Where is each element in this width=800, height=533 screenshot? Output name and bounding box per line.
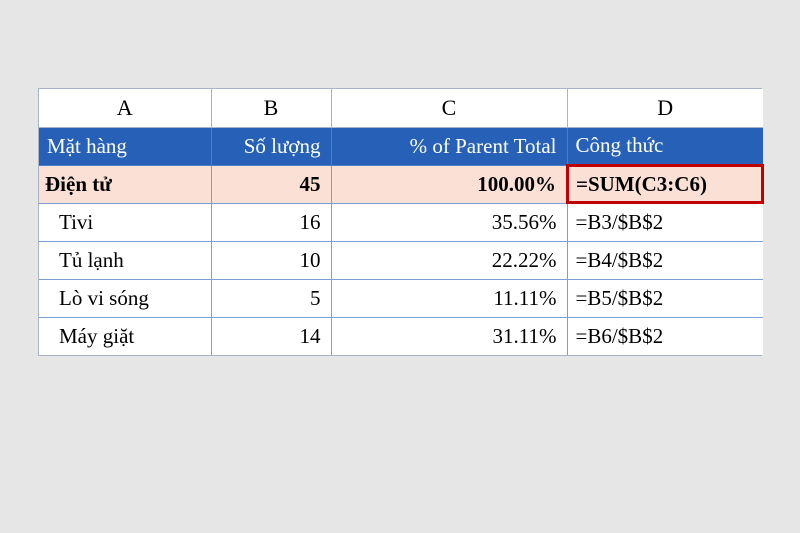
spreadsheet-table: A B C D Mặt hàng Số lượng % of Parent To… xyxy=(39,89,764,355)
cell-D4[interactable]: =B4/$B$2 xyxy=(567,241,763,279)
col-header-D[interactable]: D xyxy=(567,89,763,127)
cell-C6[interactable]: 31.11% xyxy=(331,317,567,355)
col-header-A[interactable]: A xyxy=(39,89,211,127)
cell-C3[interactable]: 35.56% xyxy=(331,203,567,241)
col-header-B[interactable]: B xyxy=(211,89,331,127)
cell-A2[interactable]: Điện tử xyxy=(39,165,211,203)
cell-B4[interactable]: 10 xyxy=(211,241,331,279)
cell-B3[interactable]: 16 xyxy=(211,203,331,241)
parent-row: Điện tử 45 100.00% =SUM(C3:C6) xyxy=(39,165,763,203)
cell-A3[interactable]: Tivi xyxy=(39,203,211,241)
table-row: Tủ lạnh 10 22.22% =B4/$B$2 xyxy=(39,241,763,279)
header-mat-hang[interactable]: Mặt hàng xyxy=(39,127,211,165)
cell-C4[interactable]: 22.22% xyxy=(331,241,567,279)
spreadsheet-region: A B C D Mặt hàng Số lượng % of Parent To… xyxy=(38,88,762,356)
header-row: Mặt hàng Số lượng % of Parent Total Công… xyxy=(39,127,763,165)
cell-B2[interactable]: 45 xyxy=(211,165,331,203)
cell-D5[interactable]: =B5/$B$2 xyxy=(567,279,763,317)
header-cong-thuc[interactable]: Công thức xyxy=(567,127,763,165)
cell-C5[interactable]: 11.11% xyxy=(331,279,567,317)
column-letter-row: A B C D xyxy=(39,89,763,127)
cell-C2[interactable]: 100.00% xyxy=(331,165,567,203)
cell-B5[interactable]: 5 xyxy=(211,279,331,317)
table-row: Máy giặt 14 31.11% =B6/$B$2 xyxy=(39,317,763,355)
table-row: Lò vi sóng 5 11.11% =B5/$B$2 xyxy=(39,279,763,317)
table-row: Tivi 16 35.56% =B3/$B$2 xyxy=(39,203,763,241)
col-header-C[interactable]: C xyxy=(331,89,567,127)
header-percent[interactable]: % of Parent Total xyxy=(331,127,567,165)
header-so-luong[interactable]: Số lượng xyxy=(211,127,331,165)
cell-D3[interactable]: =B3/$B$2 xyxy=(567,203,763,241)
cell-D2-active[interactable]: =SUM(C3:C6) xyxy=(567,165,763,203)
cell-A5[interactable]: Lò vi sóng xyxy=(39,279,211,317)
cell-A6[interactable]: Máy giặt xyxy=(39,317,211,355)
cell-D6[interactable]: =B6/$B$2 xyxy=(567,317,763,355)
cell-B6[interactable]: 14 xyxy=(211,317,331,355)
cell-A4[interactable]: Tủ lạnh xyxy=(39,241,211,279)
